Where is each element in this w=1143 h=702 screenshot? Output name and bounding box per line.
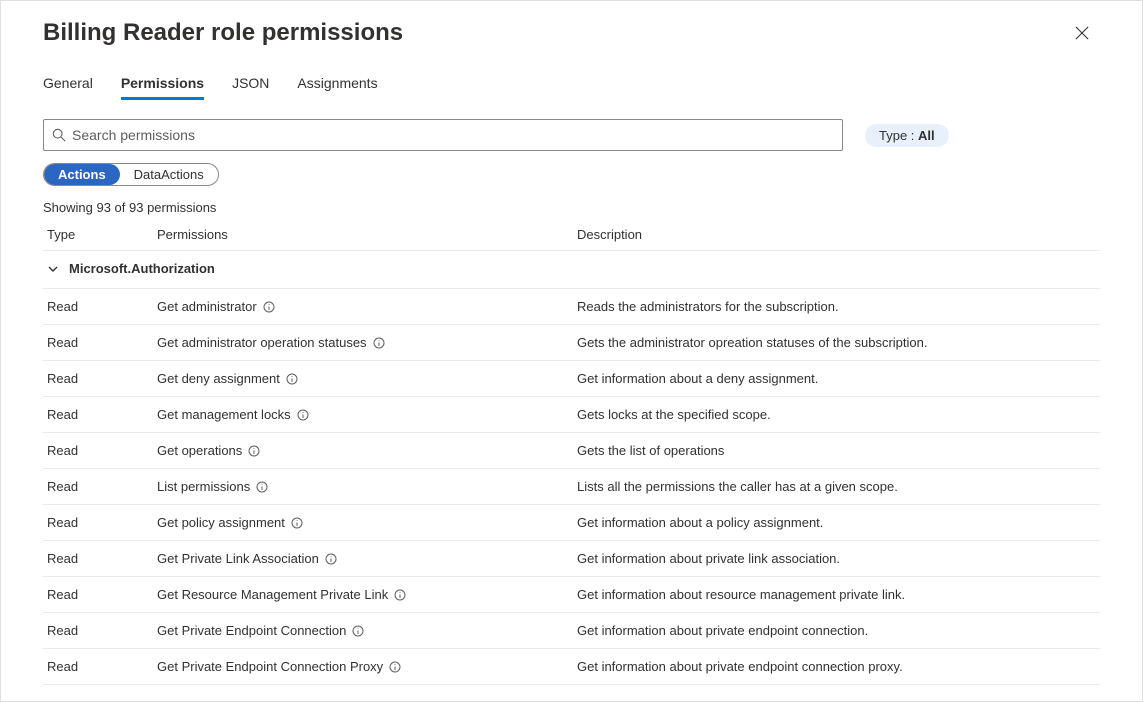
cell-description: Get information about private link assoc… (573, 540, 1100, 576)
cell-permission: Get deny assignment (153, 360, 573, 396)
cell-description: Reads the administrators for the subscri… (573, 288, 1100, 324)
cell-description: Get information about private endpoint c… (573, 648, 1100, 684)
table-row: ReadGet Private Endpoint Connection Prox… (43, 648, 1100, 684)
cell-type: Read (43, 324, 153, 360)
cell-permission: Get policy assignment (153, 504, 573, 540)
tab-assignments[interactable]: Assignments (297, 75, 377, 100)
group-name: Microsoft.Authorization (69, 261, 215, 276)
table-row: ReadList permissionsLists all the permis… (43, 468, 1100, 504)
tab-strip: General Permissions JSON Assignments (43, 75, 1100, 101)
segment-actions[interactable]: Actions (44, 164, 120, 185)
type-filter-label: Type : (879, 128, 918, 143)
cell-type: Read (43, 540, 153, 576)
type-filter-pill[interactable]: Type : All (865, 124, 949, 147)
cell-permission: List permissions (153, 468, 573, 504)
tab-permissions[interactable]: Permissions (121, 75, 204, 100)
table-row: ReadGet management locksGets locks at th… (43, 396, 1100, 432)
cell-description: Gets the administrator opreation statuse… (573, 324, 1100, 360)
info-icon[interactable] (367, 337, 385, 349)
chevron-down-icon (47, 263, 59, 275)
type-filter-value: All (918, 128, 935, 143)
close-button[interactable] (1068, 19, 1096, 47)
cell-type: Read (43, 576, 153, 612)
info-icon[interactable] (346, 625, 364, 637)
cell-permission: Get management locks (153, 396, 573, 432)
cell-type: Read (43, 468, 153, 504)
cell-type: Read (43, 504, 153, 540)
info-icon[interactable] (257, 301, 275, 313)
search-icon (52, 128, 66, 142)
table-row: ReadGet deny assignmentGet information a… (43, 360, 1100, 396)
table-row: ReadGet operationsGets the list of opera… (43, 432, 1100, 468)
cell-description: Get information about resource managemen… (573, 576, 1100, 612)
cell-permission: Get Private Endpoint Connection (153, 612, 573, 648)
results-count: Showing 93 of 93 permissions (43, 200, 1100, 215)
segmented-control: Actions DataActions (43, 163, 219, 186)
table-row: ReadGet Private Endpoint ConnectionGet i… (43, 612, 1100, 648)
info-icon[interactable] (383, 661, 401, 673)
cell-type: Read (43, 432, 153, 468)
segment-dataactions[interactable]: DataActions (120, 164, 218, 185)
cell-description: Lists all the permissions the caller has… (573, 468, 1100, 504)
cell-type: Read (43, 612, 153, 648)
cell-permission: Get administrator operation statuses (153, 324, 573, 360)
close-icon (1075, 26, 1089, 40)
cell-type: Read (43, 288, 153, 324)
cell-description: Get information about private endpoint c… (573, 612, 1100, 648)
group-row[interactable]: Microsoft.Authorization (43, 251, 1100, 289)
cell-description: Gets the list of operations (573, 432, 1100, 468)
cell-type: Read (43, 360, 153, 396)
cell-permission: Get Private Endpoint Connection Proxy (153, 648, 573, 684)
cell-description: Gets locks at the specified scope. (573, 396, 1100, 432)
cell-permission: Get operations (153, 432, 573, 468)
cell-type: Read (43, 648, 153, 684)
info-icon[interactable] (285, 517, 303, 529)
info-icon[interactable] (242, 445, 260, 457)
info-icon[interactable] (291, 409, 309, 421)
table-row: ReadGet administratorReads the administr… (43, 288, 1100, 324)
horizontal-scrollbar[interactable] (1, 687, 1128, 701)
col-header-description[interactable]: Description (573, 221, 1100, 251)
cell-type: Read (43, 396, 153, 432)
cell-description: Get information about a policy assignmen… (573, 504, 1100, 540)
search-input[interactable] (66, 126, 834, 144)
main-scroll[interactable]: Billing Reader role permissions General P… (15, 1, 1128, 687)
tab-json[interactable]: JSON (232, 75, 269, 100)
table-row: ReadGet administrator operation statuses… (43, 324, 1100, 360)
cell-description: Get information about a deny assignment. (573, 360, 1100, 396)
cell-permission: Get administrator (153, 288, 573, 324)
cell-permission: Get Resource Management Private Link (153, 576, 573, 612)
info-icon[interactable] (280, 373, 298, 385)
col-header-type[interactable]: Type (43, 221, 153, 251)
info-icon[interactable] (388, 589, 406, 601)
table-row: ReadGet policy assignmentGet information… (43, 504, 1100, 540)
cell-permission: Get Private Link Association (153, 540, 573, 576)
table-row: ReadGet Resource Management Private Link… (43, 576, 1100, 612)
permissions-table: Type Permissions Description Microsoft.A… (43, 221, 1100, 687)
tab-general[interactable]: General (43, 75, 93, 100)
table-row: ReadGet Private Link AssociationGet info… (43, 540, 1100, 576)
info-icon[interactable] (319, 553, 337, 565)
info-icon[interactable] (250, 481, 268, 493)
search-box[interactable] (43, 119, 843, 151)
col-header-permissions[interactable]: Permissions (153, 221, 573, 251)
page-title: Billing Reader role permissions (43, 19, 1100, 47)
